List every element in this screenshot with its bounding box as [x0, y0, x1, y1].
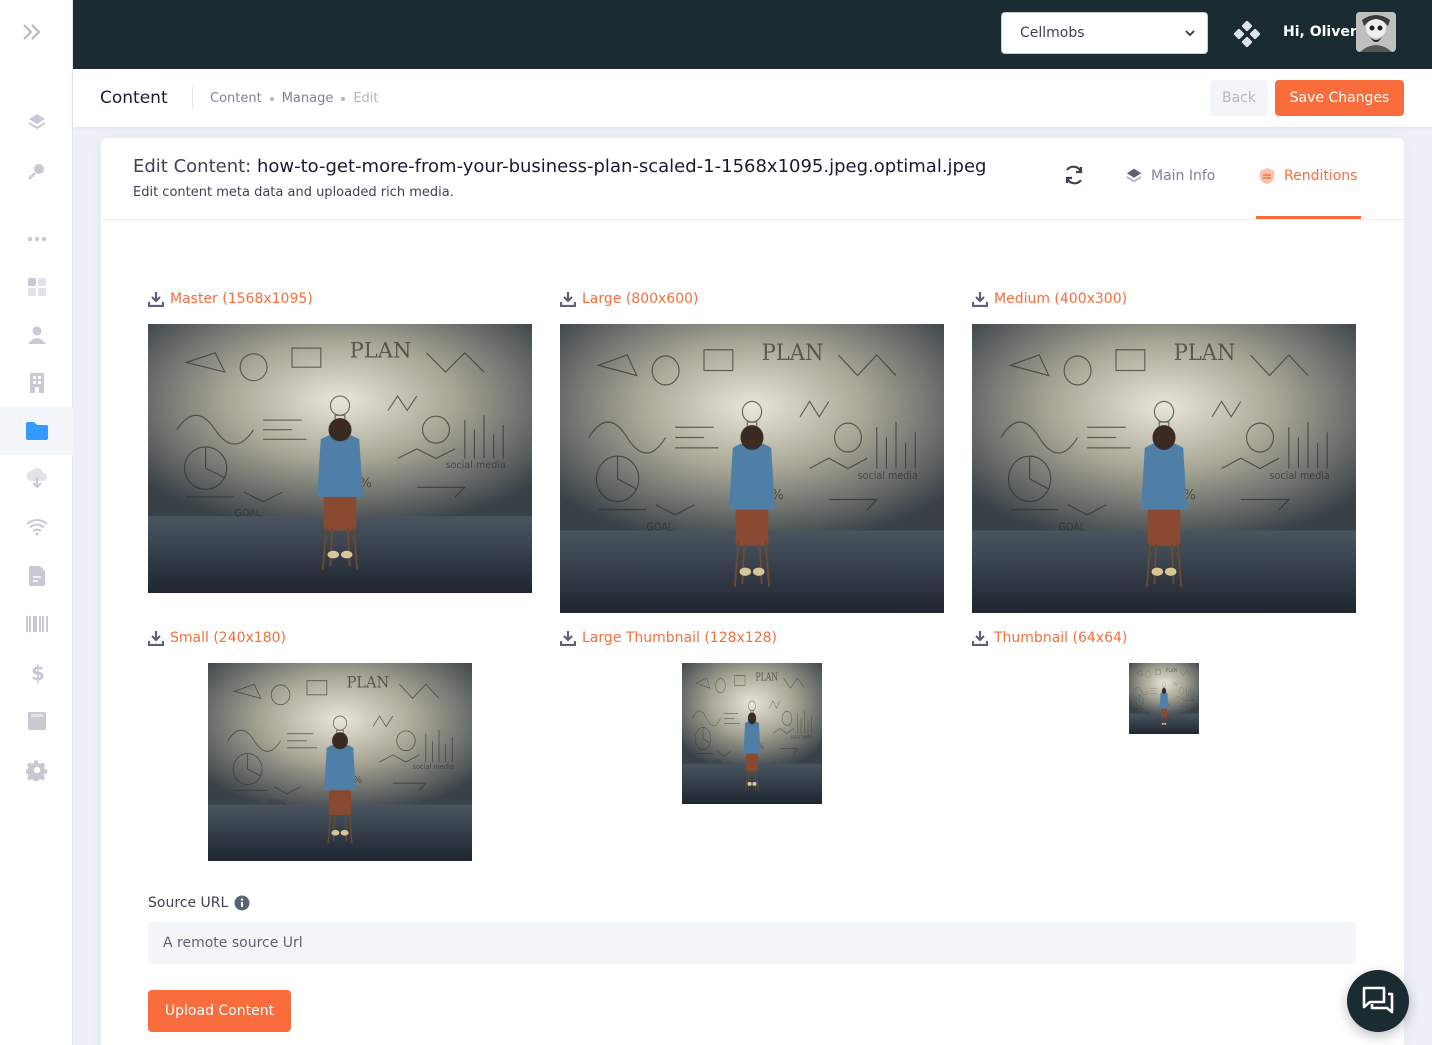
sidebar-item-users[interactable]	[0, 311, 73, 359]
edit-content-card: Edit Content: how-to-get-more-from-your-…	[101, 138, 1404, 1045]
rendition-thumbnail-image	[1129, 663, 1199, 734]
sidebar-item-more[interactable]	[0, 215, 73, 263]
content-filename: how-to-get-more-from-your-business-plan-…	[256, 156, 987, 177]
info-icon[interactable]	[234, 895, 250, 911]
sidebar-item-settings[interactable]	[0, 746, 73, 794]
chat-support-button[interactable]	[1347, 970, 1409, 1032]
sidebar-item-book[interactable]	[0, 697, 73, 745]
rendition-label: Master (1568x1095)	[170, 291, 313, 307]
card-subtitle: Edit content meta data and uploaded rich…	[133, 185, 454, 200]
sidebar-item-wifi[interactable]	[0, 503, 73, 551]
rendition-thumbnail-link[interactable]: Thumbnail (64x64)	[972, 630, 1127, 646]
rendition-label: Large (800x600)	[582, 291, 699, 307]
tenant-select[interactable]: Cellmobs	[1001, 12, 1208, 54]
document-icon	[28, 566, 45, 586]
breadcrumb-content[interactable]: Content	[210, 91, 262, 106]
chat-icon	[1362, 986, 1394, 1014]
chevron-down-icon	[1185, 30, 1195, 37]
svg-text:$: $	[31, 662, 44, 684]
folder-icon	[25, 422, 48, 440]
subheader: Content Content Manage Edit Back Save Ch…	[73, 69, 1432, 127]
page-title: Content	[100, 88, 168, 108]
sidebar-item-billing[interactable]: $	[0, 649, 73, 697]
source-url-label: Source URL	[148, 895, 250, 911]
building-icon	[29, 373, 44, 393]
source-url-label-text: Source URL	[148, 895, 229, 911]
refresh-icon[interactable]	[1063, 164, 1085, 186]
rendition-label: Thumbnail (64x64)	[994, 630, 1128, 646]
sidebar-item-dashboard[interactable]	[0, 263, 73, 311]
download-icon	[972, 292, 988, 307]
card-title-prefix: Edit Content:	[133, 156, 252, 177]
upload-content-button[interactable]: Upload Content	[148, 990, 291, 1032]
breadcrumb: Content Manage Edit	[210, 91, 379, 106]
breadcrumb-separator	[269, 96, 274, 101]
rendition-medium-link[interactable]: Medium (400x300)	[972, 291, 1127, 307]
barcode-icon	[25, 616, 48, 632]
sidebar: $	[0, 0, 73, 1045]
download-icon	[560, 292, 576, 307]
breadcrumb-separator	[341, 96, 346, 101]
more-dots-icon	[27, 236, 46, 242]
breadcrumb-manage[interactable]: Manage	[282, 91, 334, 106]
rendition-label: Large Thumbnail (128x128)	[582, 630, 777, 646]
rendition-medium-image	[972, 324, 1356, 613]
user-icon	[27, 326, 46, 344]
card-header: Edit Content: how-to-get-more-from-your-…	[101, 138, 1404, 220]
top-bar: Cellmobs Hi, Oliver	[73, 0, 1432, 69]
user-greeting[interactable]: Hi, Oliver	[1283, 24, 1357, 40]
shield-icon	[1260, 168, 1274, 184]
layers-icon	[1126, 168, 1142, 183]
rendition-large-image	[560, 324, 944, 613]
book-icon	[27, 712, 46, 730]
rendition-label: Medium (400x300)	[994, 291, 1128, 307]
tenant-select-value: Cellmobs	[1020, 25, 1085, 41]
sidebar-item-buildings[interactable]	[0, 359, 73, 407]
sidebar-item-barcodes[interactable]	[0, 600, 73, 648]
sidebar-toggle-icon[interactable]	[20, 20, 44, 44]
download-icon	[972, 631, 988, 646]
download-icon	[148, 292, 164, 307]
dashboard-icon	[27, 278, 46, 296]
back-button[interactable]: Back	[1210, 80, 1268, 116]
cloud-download-icon	[25, 468, 47, 489]
rendition-small-link[interactable]: Small (240x180)	[148, 630, 286, 646]
download-icon	[148, 631, 164, 646]
sidebar-item-content[interactable]	[0, 407, 73, 455]
sidebar-item-cloud[interactable]	[0, 455, 73, 503]
tab-main-info[interactable]: Main Info	[1125, 166, 1215, 186]
sidebar-item-documents[interactable]	[0, 552, 73, 600]
rendition-master-link[interactable]: Master (1568x1095)	[148, 291, 313, 307]
rendition-small-image	[208, 663, 472, 861]
subheader-divider	[192, 87, 193, 109]
source-url-input[interactable]: A remote source Url	[148, 922, 1356, 964]
active-tab-indicator	[1256, 216, 1361, 219]
rendition-large-thumbnail-image	[682, 663, 822, 804]
save-changes-button[interactable]: Save Changes	[1275, 80, 1404, 116]
sidebar-item-key[interactable]	[0, 147, 73, 195]
card-title: Edit Content: how-to-get-more-from-your-…	[133, 156, 986, 177]
download-icon	[560, 631, 576, 646]
layers-icon	[27, 114, 46, 130]
wifi-icon	[25, 519, 48, 536]
rendition-large-link[interactable]: Large (800x600)	[560, 291, 699, 307]
tab-renditions-label: Renditions	[1284, 168, 1358, 184]
key-icon	[27, 164, 44, 180]
sidebar-item-layers[interactable]	[0, 98, 73, 146]
rendition-large-thumbnail-link[interactable]: Large Thumbnail (128x128)	[560, 630, 777, 646]
dollar-icon: $	[31, 662, 44, 684]
gear-icon	[25, 760, 47, 781]
breadcrumb-edit: Edit	[353, 91, 379, 106]
rendition-label: Small (240x180)	[170, 630, 286, 646]
tab-renditions[interactable]: Renditions	[1258, 166, 1357, 186]
tab-main-info-label: Main Info	[1151, 168, 1216, 184]
apps-icon[interactable]	[1233, 20, 1261, 48]
rendition-master-image	[148, 324, 532, 593]
avatar[interactable]	[1356, 12, 1396, 52]
